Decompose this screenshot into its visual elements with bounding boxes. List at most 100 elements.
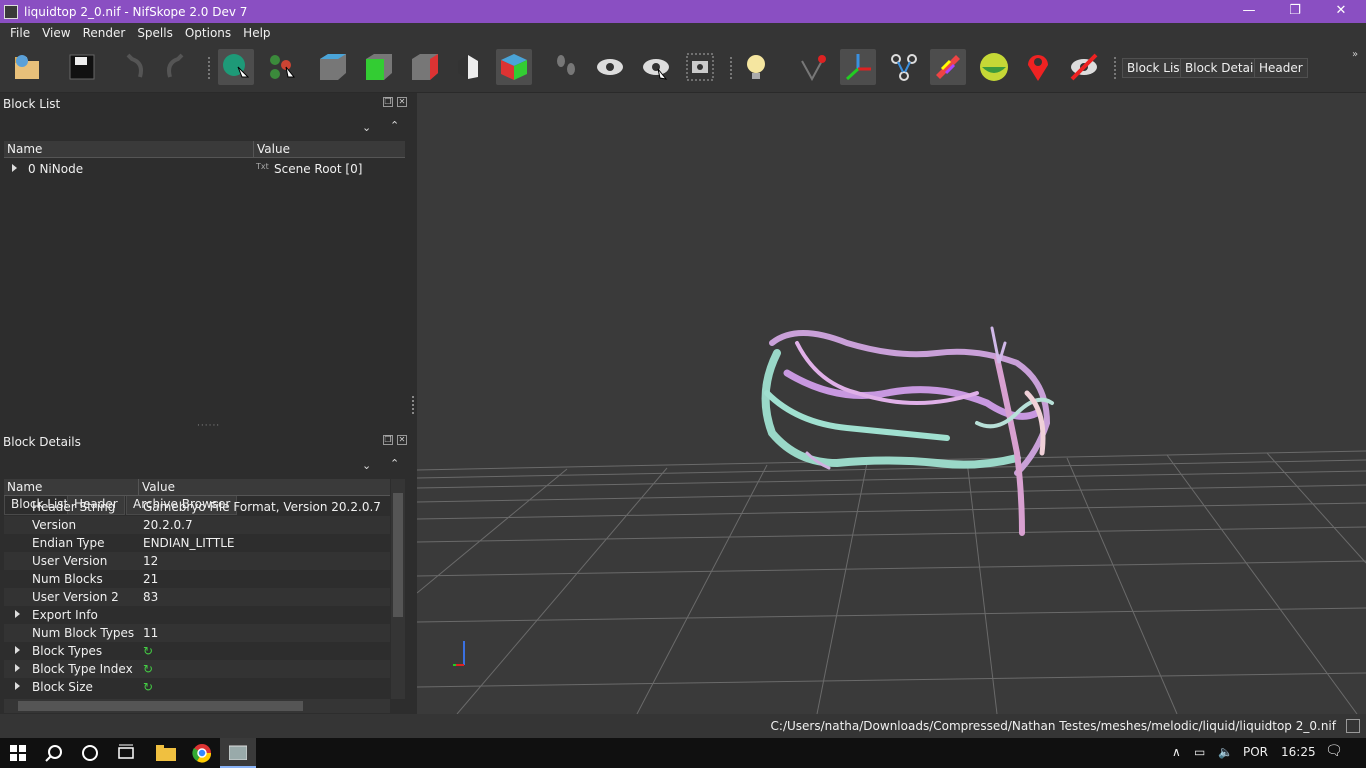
select-vertex-icon[interactable] bbox=[264, 49, 300, 85]
cortana-icon[interactable] bbox=[72, 738, 108, 768]
close-button[interactable]: ✕ bbox=[1318, 0, 1364, 23]
block-details-col-value[interactable]: Value bbox=[142, 480, 175, 494]
show-markers-icon[interactable] bbox=[1020, 49, 1056, 85]
view-user-icon[interactable] bbox=[496, 49, 532, 85]
block-details-title: Block Details bbox=[3, 435, 81, 449]
show-skeleton-icon[interactable] bbox=[886, 49, 922, 85]
header-toggle-button[interactable]: Header bbox=[1254, 58, 1308, 78]
toolbar-overflow-icon[interactable]: » bbox=[1352, 49, 1358, 60]
menu-view[interactable]: View bbox=[36, 26, 76, 40]
table-row[interactable]: User Version 2 83 bbox=[4, 588, 390, 606]
float-panel-icon[interactable]: ❐ bbox=[383, 435, 393, 445]
table-row[interactable]: Block Types ↻ bbox=[4, 642, 390, 660]
scrollbar-thumb[interactable] bbox=[18, 701, 303, 711]
view-front-icon[interactable] bbox=[314, 49, 350, 85]
network-icon[interactable]: ▭ bbox=[1194, 745, 1205, 759]
menu-bar: File View Render Spells Options Help bbox=[0, 23, 1366, 43]
block-list-col-name[interactable]: Name bbox=[7, 142, 42, 156]
horizontal-scrollbar[interactable] bbox=[4, 699, 390, 713]
close-panel-icon[interactable]: ✕ bbox=[397, 435, 407, 445]
nifskope-task-icon[interactable] bbox=[220, 738, 256, 768]
language-indicator[interactable]: POR bbox=[1243, 745, 1268, 759]
table-row[interactable]: Num Block Types 11 bbox=[4, 624, 390, 642]
show-hidden-icons-icon[interactable]: ∧ bbox=[1172, 745, 1181, 759]
table-row[interactable]: Export Info bbox=[4, 606, 390, 624]
menu-render[interactable]: Render bbox=[77, 26, 132, 40]
dock-splitter[interactable] bbox=[412, 396, 414, 414]
table-row[interactable]: Num Blocks 21 bbox=[4, 570, 390, 588]
column-separator[interactable] bbox=[253, 141, 254, 158]
expand-arrow-icon[interactable] bbox=[15, 682, 20, 690]
block-details-col-name[interactable]: Name bbox=[7, 480, 42, 494]
resize-grip-icon[interactable] bbox=[1346, 719, 1360, 733]
table-row[interactable]: Block Type Index ↻ bbox=[4, 660, 390, 678]
toolbar-grip-3[interactable] bbox=[1114, 57, 1118, 79]
block-list-title: Block List bbox=[3, 97, 61, 111]
menu-spells[interactable]: Spells bbox=[131, 26, 179, 40]
refresh-icon[interactable]: ↻ bbox=[143, 662, 153, 676]
view-side-icon[interactable] bbox=[406, 49, 442, 85]
collapse-all-icon[interactable]: ⌄ bbox=[362, 121, 371, 134]
show-collision-icon[interactable] bbox=[930, 49, 966, 85]
menu-options[interactable]: Options bbox=[179, 26, 237, 40]
search-icon[interactable] bbox=[36, 738, 72, 768]
menu-file[interactable]: File bbox=[4, 26, 36, 40]
scrollbar-thumb[interactable] bbox=[393, 493, 403, 617]
table-row[interactable]: User Version 12 bbox=[4, 552, 390, 570]
file-path: C:/Users/natha/Downloads/Compressed/Nath… bbox=[770, 719, 1336, 733]
expand-arrow-icon[interactable] bbox=[12, 164, 17, 172]
hide-markers-icon[interactable] bbox=[1066, 49, 1102, 85]
show-constraints-icon[interactable] bbox=[976, 49, 1012, 85]
select-object-icon[interactable] bbox=[218, 49, 254, 85]
walk-mode-icon[interactable] bbox=[548, 49, 584, 85]
toolbar: Block List Block Details Header » bbox=[0, 43, 1366, 93]
expand-all-icon[interactable]: ⌃ bbox=[390, 457, 399, 470]
table-row[interactable]: 0 NiNode Txt Scene Root [0] bbox=[4, 160, 405, 178]
taskbar: ∧ ▭ 🔈 POR 16:25 🗨 bbox=[0, 738, 1366, 768]
splitter-handle[interactable]: ······ bbox=[197, 421, 220, 431]
show-hidden-icon[interactable] bbox=[592, 49, 628, 85]
collapse-all-icon[interactable]: ⌄ bbox=[362, 459, 371, 472]
minimize-button[interactable]: — bbox=[1226, 0, 1272, 23]
redo-icon[interactable] bbox=[158, 49, 194, 85]
undo-icon[interactable] bbox=[116, 49, 152, 85]
open-file-icon[interactable] bbox=[10, 49, 46, 85]
block-list-col-value[interactable]: Value bbox=[257, 142, 290, 156]
toolbar-grip-2[interactable] bbox=[730, 57, 734, 79]
3d-viewport[interactable] bbox=[417, 93, 1366, 714]
column-separator[interactable] bbox=[138, 479, 139, 496]
maximize-button[interactable]: ❐ bbox=[1272, 0, 1318, 23]
left-dock: Block List ❐ ✕ ⌄ ⌃ Name Value 0 NiNode T… bbox=[0, 93, 415, 714]
table-row[interactable]: Block Size ↻ bbox=[4, 678, 390, 696]
show-vertex-colors-icon[interactable] bbox=[796, 49, 832, 85]
refresh-icon[interactable]: ↻ bbox=[143, 644, 153, 658]
save-file-icon[interactable] bbox=[64, 49, 100, 85]
toolbar-grip[interactable] bbox=[208, 57, 212, 79]
expand-all-icon[interactable]: ⌃ bbox=[390, 119, 399, 132]
show-axes-icon[interactable] bbox=[840, 49, 876, 85]
expand-arrow-icon[interactable] bbox=[15, 610, 20, 618]
volume-icon[interactable]: 🔈 bbox=[1218, 745, 1233, 759]
lighting-icon[interactable] bbox=[738, 49, 774, 85]
chrome-icon[interactable] bbox=[184, 738, 220, 768]
expand-arrow-icon[interactable] bbox=[15, 664, 20, 672]
table-row[interactable]: Header String Gamebryo File Format, Versi… bbox=[4, 498, 390, 516]
close-panel-icon[interactable]: ✕ bbox=[397, 97, 407, 107]
show-nodes-icon[interactable] bbox=[638, 49, 674, 85]
toggle-perspective-icon[interactable] bbox=[450, 49, 486, 85]
table-row[interactable]: Version 20.2.0.7 bbox=[4, 516, 390, 534]
clock[interactable]: 16:25 bbox=[1281, 745, 1316, 759]
menu-help[interactable]: Help bbox=[237, 26, 276, 40]
file-explorer-icon[interactable] bbox=[148, 738, 184, 768]
expand-arrow-icon[interactable] bbox=[15, 646, 20, 654]
vertical-scrollbar[interactable] bbox=[391, 479, 405, 699]
refresh-icon[interactable]: ↻ bbox=[143, 680, 153, 694]
windows-start-icon[interactable] bbox=[0, 738, 36, 768]
app-icon bbox=[4, 4, 18, 19]
table-row[interactable]: Endian Type ENDIAN_LITTLE bbox=[4, 534, 390, 552]
view-top-icon[interactable] bbox=[360, 49, 396, 85]
float-panel-icon[interactable]: ❐ bbox=[383, 97, 393, 107]
notifications-icon[interactable]: 🗨 bbox=[1325, 743, 1343, 759]
screenshot-icon[interactable] bbox=[682, 49, 718, 85]
task-view-icon[interactable] bbox=[108, 738, 144, 768]
